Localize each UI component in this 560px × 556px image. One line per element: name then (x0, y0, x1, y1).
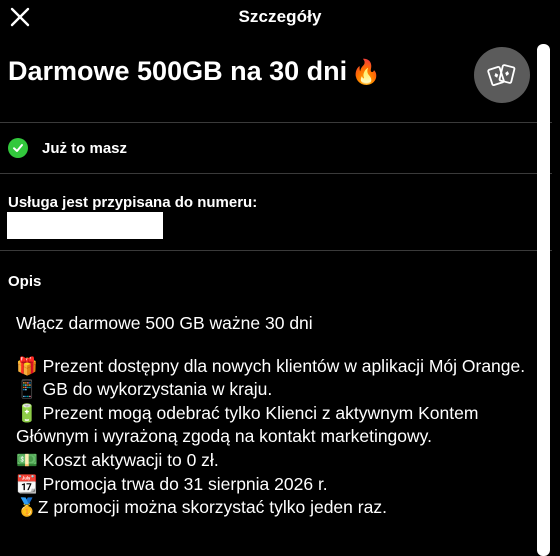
divider (0, 173, 552, 174)
assigned-number-field (7, 212, 163, 239)
assigned-number-label: Usługa jest przypisana do numeru: (8, 194, 258, 211)
description-headline: Włącz darmowe 500 GB ważne 30 dni (16, 313, 313, 333)
cards-action-button[interactable] (474, 47, 530, 103)
description-line: 🔋 Prezent mogą odebrać tylko Klienci z a… (16, 402, 479, 447)
divider (0, 122, 552, 123)
offer-title-text: Darmowe 500GB na 30 dni (8, 56, 348, 86)
owned-status: Już to masz (8, 137, 127, 159)
fire-icon: 🔥 (351, 59, 382, 86)
check-circle-icon (8, 138, 28, 158)
description-line: 📆 Promocja trwa do 31 sierpnia 2026 r. (16, 473, 328, 494)
description-line: 💵 Koszt aktywacji to 0 zł. (16, 449, 219, 470)
divider (0, 250, 552, 251)
description-label: Opis (8, 273, 42, 290)
screen-title: Szczegóły (238, 7, 322, 26)
owned-status-text: Już to masz (42, 139, 128, 157)
description-body: Włącz darmowe 500 GB ważne 30 dni 🎁 Prez… (16, 312, 536, 520)
description-line: 📱 GB do wykorzystania w kraju. (16, 379, 273, 400)
description-line: 🎁 Prezent dostępny dla nowych klientów w… (16, 355, 526, 376)
cards-icon (487, 64, 516, 86)
description-line: 🥇Z promocji można skorzystać tylko jeden… (16, 497, 387, 518)
top-bar: Szczegóły (0, 0, 560, 34)
scrollbar-thumb[interactable] (537, 44, 550, 556)
offer-title: Darmowe 500GB na 30 dni 🔥 (8, 56, 381, 87)
